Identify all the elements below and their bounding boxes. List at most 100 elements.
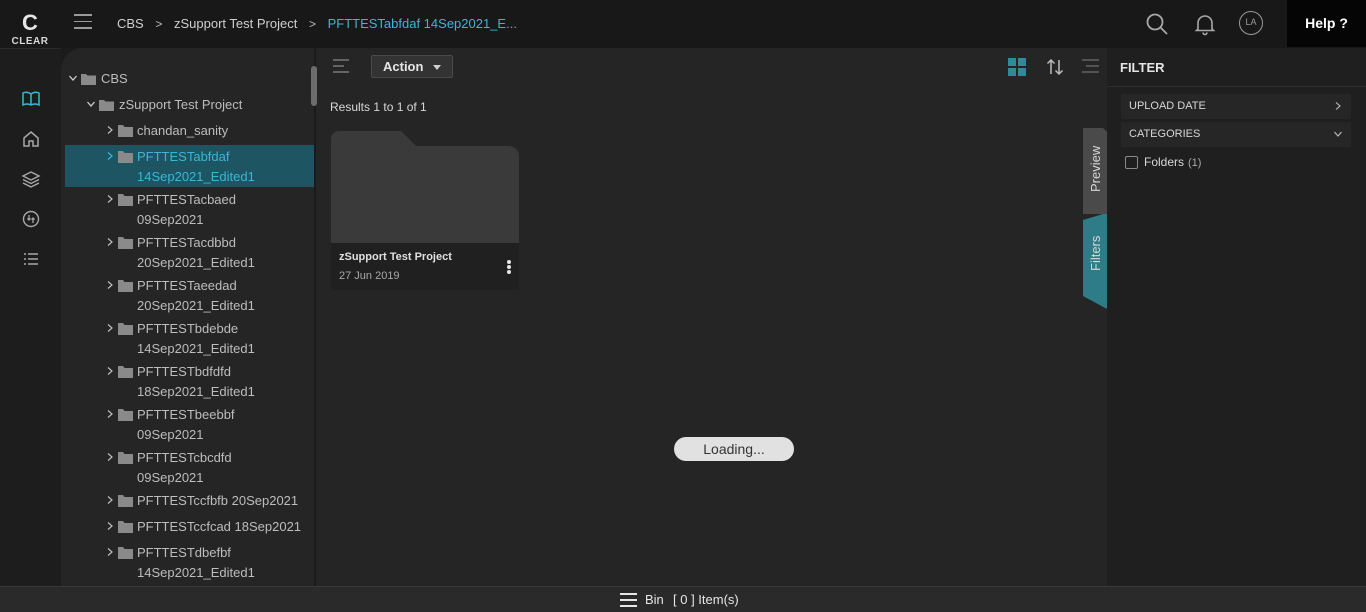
- tree-node-project[interactable]: zSupport Test Project: [87, 95, 287, 115]
- filters-tab-label: Filters: [1088, 235, 1103, 271]
- tree-folder[interactable]: PFTTESTcbcdfd 09Sep2021: [106, 448, 306, 488]
- top-bar: C CLEAR CBS > zSupport Test Project > PF…: [0, 0, 1366, 48]
- tree-folder-label-line2: 09Sep2021: [137, 427, 204, 442]
- folders-checkbox[interactable]: [1125, 156, 1138, 169]
- tree-folder[interactable]: PFTTESTacdbbd 20Sep2021_Edited1: [106, 233, 306, 273]
- chevron-right-icon[interactable]: [106, 496, 114, 504]
- folder-icon: [118, 125, 133, 137]
- panel-toggle-icon[interactable]: [333, 59, 349, 73]
- tree-folder-label-line2: 20Sep2021_Edited1: [137, 255, 255, 270]
- tree-folder[interactable]: PFTTESTdbefbf 14Sep2021_Edited1: [106, 543, 306, 583]
- folder-tree: CBS zSupport Test Project chandan_sanity…: [61, 48, 320, 586]
- tree-folder[interactable]: PFTTESTbdebde 14Sep2021_Edited1: [106, 319, 306, 359]
- facet-categories[interactable]: CATEGORIES: [1121, 122, 1351, 147]
- folder-open-icon: [81, 74, 96, 85]
- tree-folder-label-line2: 20Sep2021_Edited1: [137, 298, 255, 313]
- tree-scroll-track[interactable]: [314, 48, 316, 586]
- chevron-right-icon[interactable]: [106, 410, 114, 418]
- filters-tab[interactable]: Filters: [1083, 218, 1109, 298]
- chevron-right-icon[interactable]: [106, 324, 114, 332]
- hamburger-menu-icon[interactable]: [74, 14, 92, 30]
- preview-tab-label: Preview: [1088, 145, 1103, 192]
- breadcrumb: CBS > zSupport Test Project > PFTTESTabf…: [117, 16, 517, 31]
- grid-view-icon[interactable]: [1008, 58, 1026, 76]
- tree-folder[interactable]: PFTTESTccfcad 18Sep2021: [106, 517, 311, 537]
- bin-count: [ 0 ] Item(s): [673, 592, 739, 607]
- breadcrumb-item-cbs[interactable]: CBS: [117, 16, 144, 31]
- folder-icon: [118, 280, 133, 292]
- layers-icon[interactable]: [21, 169, 41, 189]
- breadcrumb-item-project[interactable]: zSupport Test Project: [174, 16, 297, 31]
- chevron-right-icon[interactable]: [106, 281, 114, 289]
- chevron-down-icon[interactable]: [87, 100, 95, 108]
- chevron-right-icon[interactable]: [106, 367, 114, 375]
- bell-icon[interactable]: [1193, 12, 1217, 36]
- tree-folder[interactable]: PFTTESTbeebbf 09Sep2021: [106, 405, 306, 445]
- tree-folder-selected[interactable]: PFTTESTabfdaf 14Sep2021_Edited1: [106, 147, 306, 187]
- main-content: Action Results 1 to 1 of 1 zSupport Test…: [320, 48, 1109, 586]
- tree-folder-label: PFTTESTbdfdfd: [137, 364, 231, 379]
- tree-folder-label: PFTTESTbeebbf: [137, 407, 235, 422]
- folder-icon: [118, 495, 133, 507]
- list-view-icon[interactable]: [1082, 59, 1099, 73]
- more-options-icon[interactable]: [507, 260, 511, 274]
- tree-folder[interactable]: PFTTESTbdfdfd 18Sep2021_Edited1: [106, 362, 306, 402]
- tree-folder-label: PFTTESTacdbbd: [137, 235, 236, 250]
- tree-node-label: zSupport Test Project: [119, 97, 243, 112]
- search-icon[interactable]: [1145, 12, 1169, 36]
- chevron-right-icon: [1335, 102, 1341, 110]
- chevron-right-icon[interactable]: [106, 238, 114, 246]
- home-icon[interactable]: [21, 129, 41, 149]
- chevron-down-icon[interactable]: [69, 74, 77, 82]
- action-label: Action: [383, 59, 424, 74]
- sync-icon[interactable]: [21, 209, 41, 229]
- folder-icon: [118, 452, 133, 464]
- filter-heading: FILTER: [1120, 60, 1165, 75]
- folder-icon: [118, 409, 133, 421]
- tree-scrollbar[interactable]: [311, 66, 317, 106]
- chevron-right-icon[interactable]: [106, 126, 114, 134]
- chevron-right-icon[interactable]: [106, 152, 114, 160]
- folder-card[interactable]: zSupport Test Project 27 Jun 2019: [331, 131, 519, 290]
- folder-card-title[interactable]: zSupport Test Project: [339, 251, 452, 263]
- chevron-right-icon[interactable]: [106, 522, 114, 530]
- chevron-right-icon[interactable]: [106, 453, 114, 461]
- folder-thumbnail[interactable]: [331, 146, 519, 243]
- chevron-right-icon[interactable]: [106, 195, 114, 203]
- filter-panel: FILTER UPLOAD DATE CATEGORIES Folders (1): [1107, 48, 1366, 586]
- chevron-right-icon[interactable]: [106, 548, 114, 556]
- facet-label: CATEGORIES: [1129, 128, 1201, 140]
- menu-icon: [620, 593, 637, 607]
- tree-folder-label: PFTTESTbdebde: [137, 321, 239, 336]
- help-button[interactable]: Help ?: [1287, 0, 1366, 47]
- tree-folder-label: PFTTESTcbcdfd: [137, 450, 232, 465]
- folder-icon: [118, 366, 133, 378]
- book-icon[interactable]: [21, 89, 41, 109]
- tree-folder-label-line2: 09Sep2021: [137, 470, 204, 485]
- list-icon[interactable]: [21, 249, 41, 269]
- logo-text: CLEAR: [11, 36, 49, 47]
- tree-folder[interactable]: PFTTESTaeedad 20Sep2021_Edited1: [106, 276, 306, 316]
- tree-folder-label: PFTTESTccfcad 18Sep2021: [137, 519, 302, 534]
- facet-label: UPLOAD DATE: [1129, 100, 1206, 112]
- chevron-right-icon: >: [155, 17, 163, 31]
- tree-folder-label-line2: 09Sep2021: [137, 212, 204, 227]
- tree-node-root[interactable]: CBS: [69, 69, 249, 89]
- folder-card-footer: zSupport Test Project 27 Jun 2019: [331, 243, 519, 290]
- folder-icon: [118, 547, 133, 559]
- folder-card-date: 27 Jun 2019: [339, 270, 400, 282]
- bin-bar: Bin [ 0 ] Item(s): [0, 586, 1366, 612]
- tree-folder[interactable]: PFTTESTccfbfb 20Sep2021: [106, 491, 311, 511]
- sort-icon[interactable]: [1046, 58, 1064, 76]
- avatar[interactable]: LA: [1239, 11, 1263, 35]
- tree-folder[interactable]: PFTTESTacbaed 09Sep2021: [106, 190, 306, 230]
- bin-label: Bin: [645, 592, 664, 607]
- tree-folder-label-line2: 14Sep2021_Edited1: [137, 341, 255, 356]
- facet-upload-date[interactable]: UPLOAD DATE: [1121, 94, 1351, 119]
- tree-folder[interactable]: chandan_sanity: [106, 121, 306, 141]
- action-dropdown[interactable]: Action: [371, 55, 453, 78]
- breadcrumb-item-current[interactable]: PFTTESTabfdaf 14Sep2021_E...: [328, 16, 517, 31]
- tree-folder-label-line2: 18Sep2021_Edited1: [137, 384, 255, 399]
- preview-tab[interactable]: Preview: [1083, 128, 1109, 208]
- left-nav-rail: [0, 48, 61, 586]
